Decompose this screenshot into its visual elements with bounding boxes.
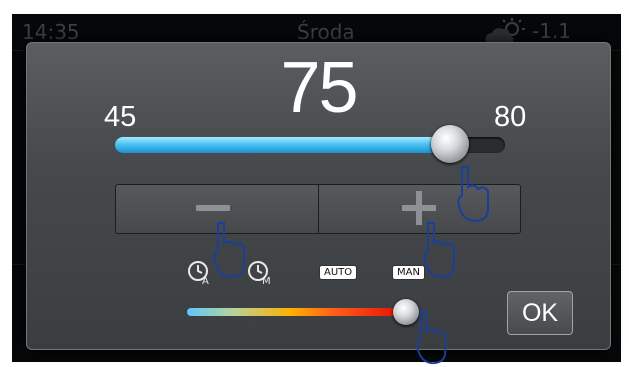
increase-button[interactable] xyxy=(317,185,521,233)
svg-text:M: M xyxy=(262,276,271,285)
decrease-button[interactable] xyxy=(116,185,318,233)
partly-cloudy-icon xyxy=(485,18,525,42)
svg-text:A: A xyxy=(202,276,209,285)
day-label: Środa xyxy=(297,20,355,44)
clock-time: 14:35 xyxy=(22,20,80,44)
color-slider[interactable] xyxy=(187,308,417,316)
value-slider-fill xyxy=(115,137,451,153)
clock-auto-icon[interactable]: A xyxy=(187,259,213,285)
value-slider-handle[interactable] xyxy=(431,125,470,163)
weather-indicator: -1.1 xyxy=(482,18,571,44)
auto-mode-button[interactable]: AUTO xyxy=(319,265,358,280)
value-setting-dialog: 75 45 80 A M AUTO MAN OK xyxy=(26,42,611,350)
manual-mode-button[interactable]: MAN xyxy=(392,265,425,280)
temperature-label: -1.1 xyxy=(532,19,572,43)
step-buttons xyxy=(115,184,521,234)
max-value-label: 80 xyxy=(494,101,527,133)
clock-manual-icon[interactable]: M xyxy=(247,259,273,285)
color-slider-handle[interactable] xyxy=(392,299,419,325)
ok-button[interactable]: OK xyxy=(507,291,573,335)
minus-icon xyxy=(196,205,230,211)
min-value-label: 45 xyxy=(104,101,137,133)
